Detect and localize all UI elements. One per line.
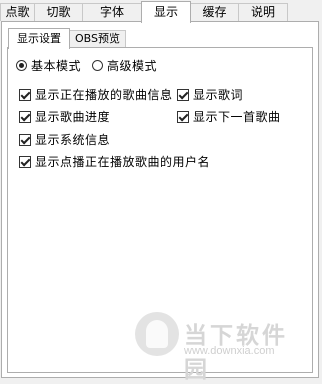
show-next-song-check[interactable] [177, 110, 189, 123]
tab-skip-song[interactable]: 切歌 [34, 3, 83, 21]
tab-font[interactable]: 字体 [82, 3, 142, 21]
tab-obs-preview[interactable]: OBS预览 [69, 30, 126, 47]
show-lyrics-label: 显示歌词 [193, 88, 244, 102]
show-progress-check[interactable] [19, 110, 31, 123]
show-requester-check[interactable] [19, 155, 31, 168]
tab-help[interactable]: 说明 [238, 3, 288, 21]
watermark-url: www.downxia.com [184, 345, 275, 357]
show-next-song-checkbox[interactable]: 显示下一首歌曲 [177, 108, 281, 125]
show-requester-checkbox[interactable]: 显示点播正在播放歌曲的用户名 [19, 153, 210, 170]
watermark-logo: 当下软件园 www.downxia.com [135, 312, 310, 383]
show-playing-song-label: 显示正在播放的歌曲信息 [35, 88, 173, 102]
show-playing-song-checkbox[interactable]: 显示正在播放的歌曲信息 [19, 86, 173, 103]
basic-mode-radio-indicator[interactable] [16, 60, 27, 71]
show-playing-song-check[interactable] [19, 88, 31, 101]
advanced-mode-radio-indicator[interactable] [92, 60, 103, 71]
advanced-mode-radio[interactable]: 高级模式 [92, 57, 157, 74]
show-requester-label: 显示点播正在播放歌曲的用户名 [35, 155, 211, 169]
watermark-shield-icon [135, 312, 179, 356]
show-progress-checkbox[interactable]: 显示歌曲进度 [19, 108, 110, 125]
show-system-info-label: 显示系统信息 [35, 133, 111, 147]
basic-mode-label: 基本模式 [31, 59, 82, 73]
show-progress-label: 显示歌曲进度 [35, 110, 111, 124]
basic-mode-radio[interactable]: 基本模式 [16, 57, 81, 74]
tab-display-settings[interactable]: 显示设置 [8, 28, 70, 49]
tab-cache[interactable]: 缓存 [190, 3, 239, 21]
show-system-info-check[interactable] [19, 133, 31, 146]
main-tab-bar: 点歌 切歌 字体 显示 缓存 说明 [0, 1, 322, 23]
show-lyrics-checkbox[interactable]: 显示歌词 [177, 86, 243, 103]
show-system-info-checkbox[interactable]: 显示系统信息 [19, 131, 110, 148]
show-lyrics-check[interactable] [177, 88, 189, 101]
watermark-shield-inner [146, 320, 168, 348]
show-next-song-label: 显示下一首歌曲 [193, 110, 281, 124]
advanced-mode-label: 高级模式 [107, 59, 158, 73]
tab-song-request[interactable]: 点歌 [0, 3, 35, 21]
tab-display[interactable]: 显示 [141, 1, 191, 23]
